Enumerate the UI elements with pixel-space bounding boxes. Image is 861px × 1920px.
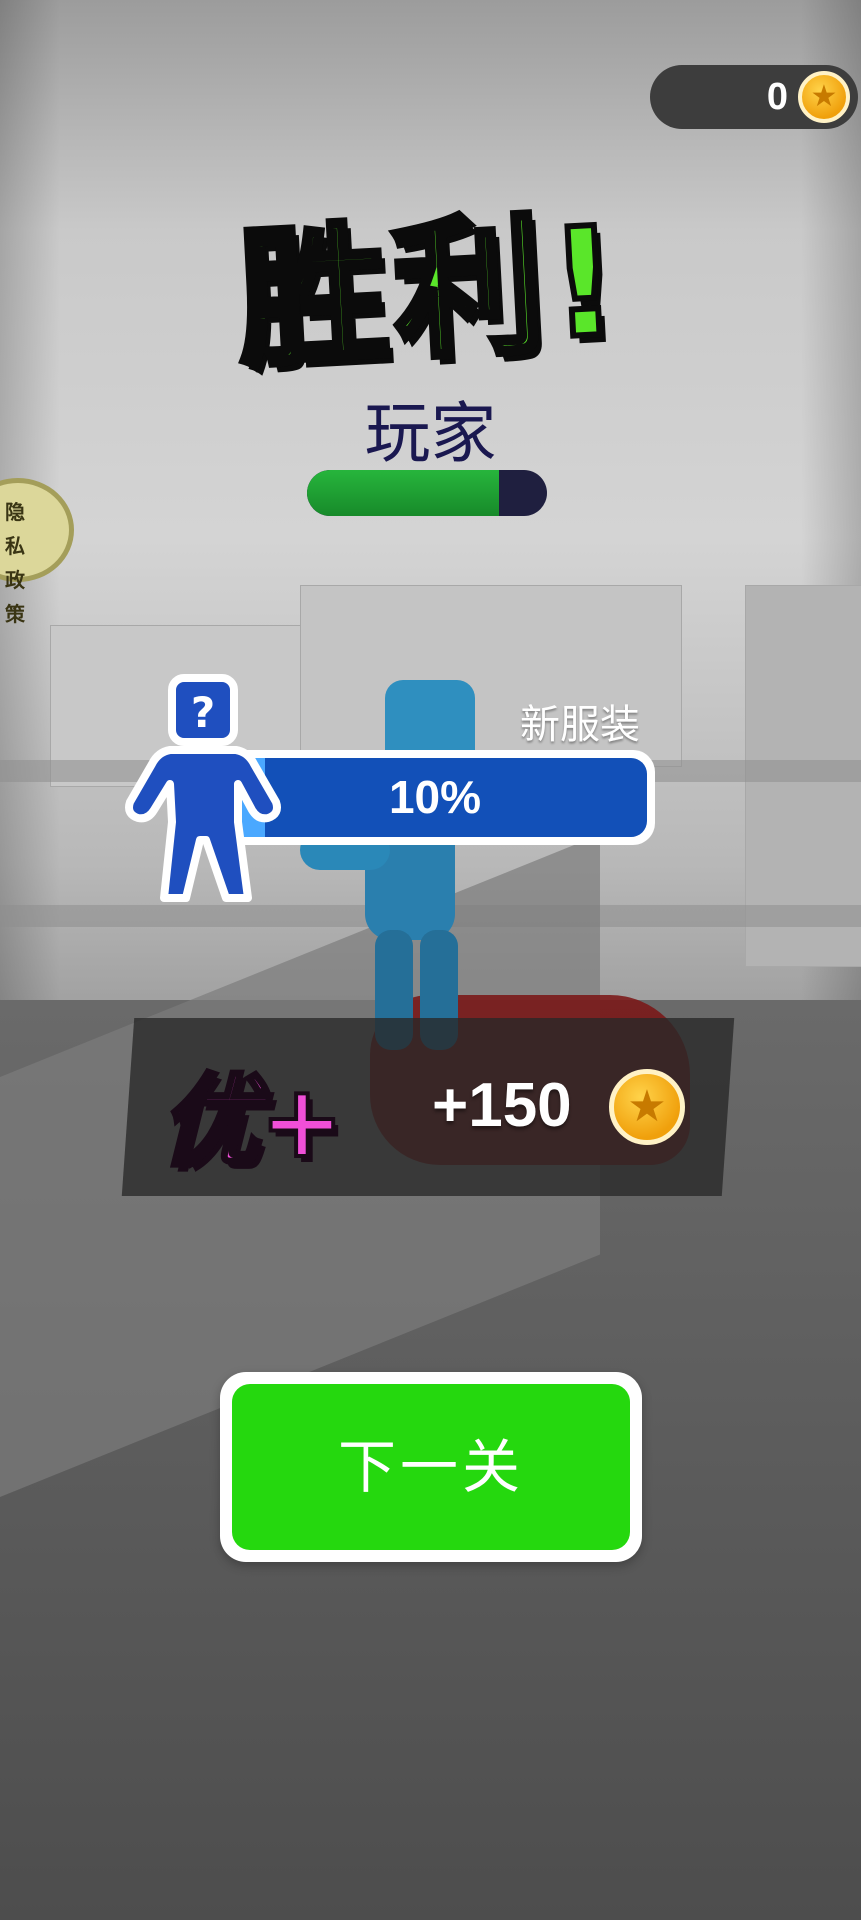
victory-title-text: 胜利!: [231, 192, 632, 392]
level-progress-bar: [307, 470, 547, 516]
level-progress-fill: [307, 470, 499, 516]
player-name: 玩家: [364, 395, 497, 472]
new-outfit-label: 新服装: [520, 702, 640, 748]
mystery-outfit-icon: ?: [125, 674, 281, 902]
privacy-label-line: 隐 私: [5, 500, 31, 558]
reward-amount: +150: [432, 1071, 572, 1140]
victory-title: 胜利!: [0, 170, 861, 392]
next-level-button-label: 下一关: [337, 1433, 524, 1501]
coin-counter: 0 ★: [650, 65, 858, 129]
grade-rating: 优+: [158, 1061, 346, 1182]
svg-text:?: ?: [191, 688, 215, 737]
privacy-policy-label: 隐 私 政 策: [5, 495, 67, 631]
player-fighter-figure: [300, 680, 480, 1060]
next-level-button-face[interactable]: 下一关: [232, 1384, 630, 1550]
coin-count: 0: [766, 76, 788, 118]
coin-star-icon: ★: [609, 1069, 685, 1145]
next-level-button[interactable]: 下一关: [220, 1372, 642, 1562]
privacy-label-line: 政 策: [5, 568, 31, 626]
coin-star-icon: ★: [798, 71, 850, 123]
